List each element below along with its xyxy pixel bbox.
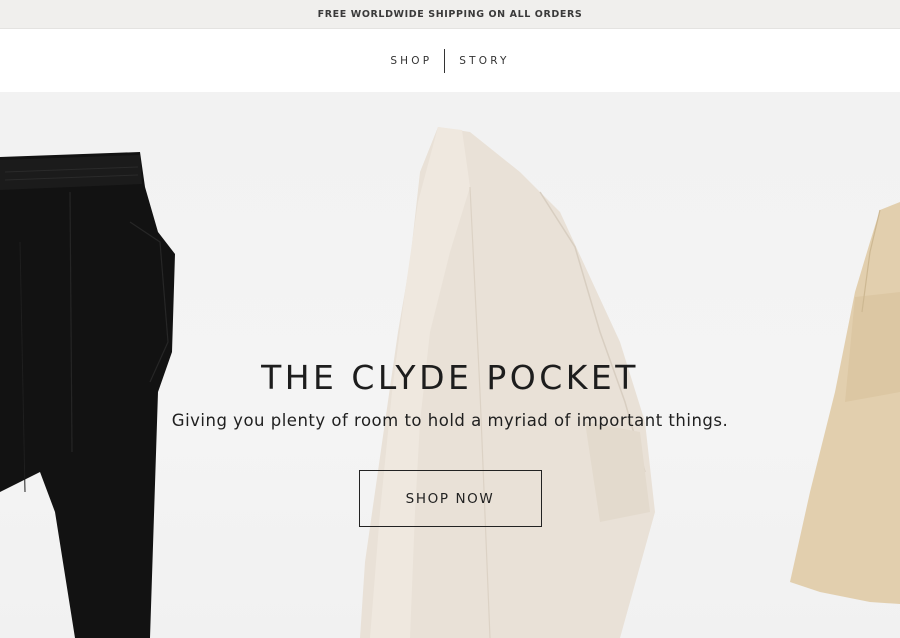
hero-title: THE CLYDE POCKET	[261, 358, 639, 397]
hero-banner: THE CLYDE POCKET Giving you plenty of ro…	[0, 92, 900, 638]
main-nav: SHOP STORY	[0, 29, 900, 92]
shop-now-button[interactable]: SHOP NOW	[358, 470, 542, 527]
announcement-text: FREE WORLDWIDE SHIPPING ON ALL ORDERS	[317, 8, 583, 20]
nav-item-shop[interactable]: SHOP	[388, 51, 434, 71]
hero-copy: THE CLYDE POCKET Giving you plenty of ro…	[0, 358, 900, 527]
hero-subtitle: Giving you plenty of room to hold a myri…	[171, 411, 729, 430]
nav-item-story[interactable]: STORY	[457, 51, 511, 71]
nav-divider	[444, 48, 446, 73]
announcement-bar: FREE WORLDWIDE SHIPPING ON ALL ORDERS	[0, 0, 900, 29]
